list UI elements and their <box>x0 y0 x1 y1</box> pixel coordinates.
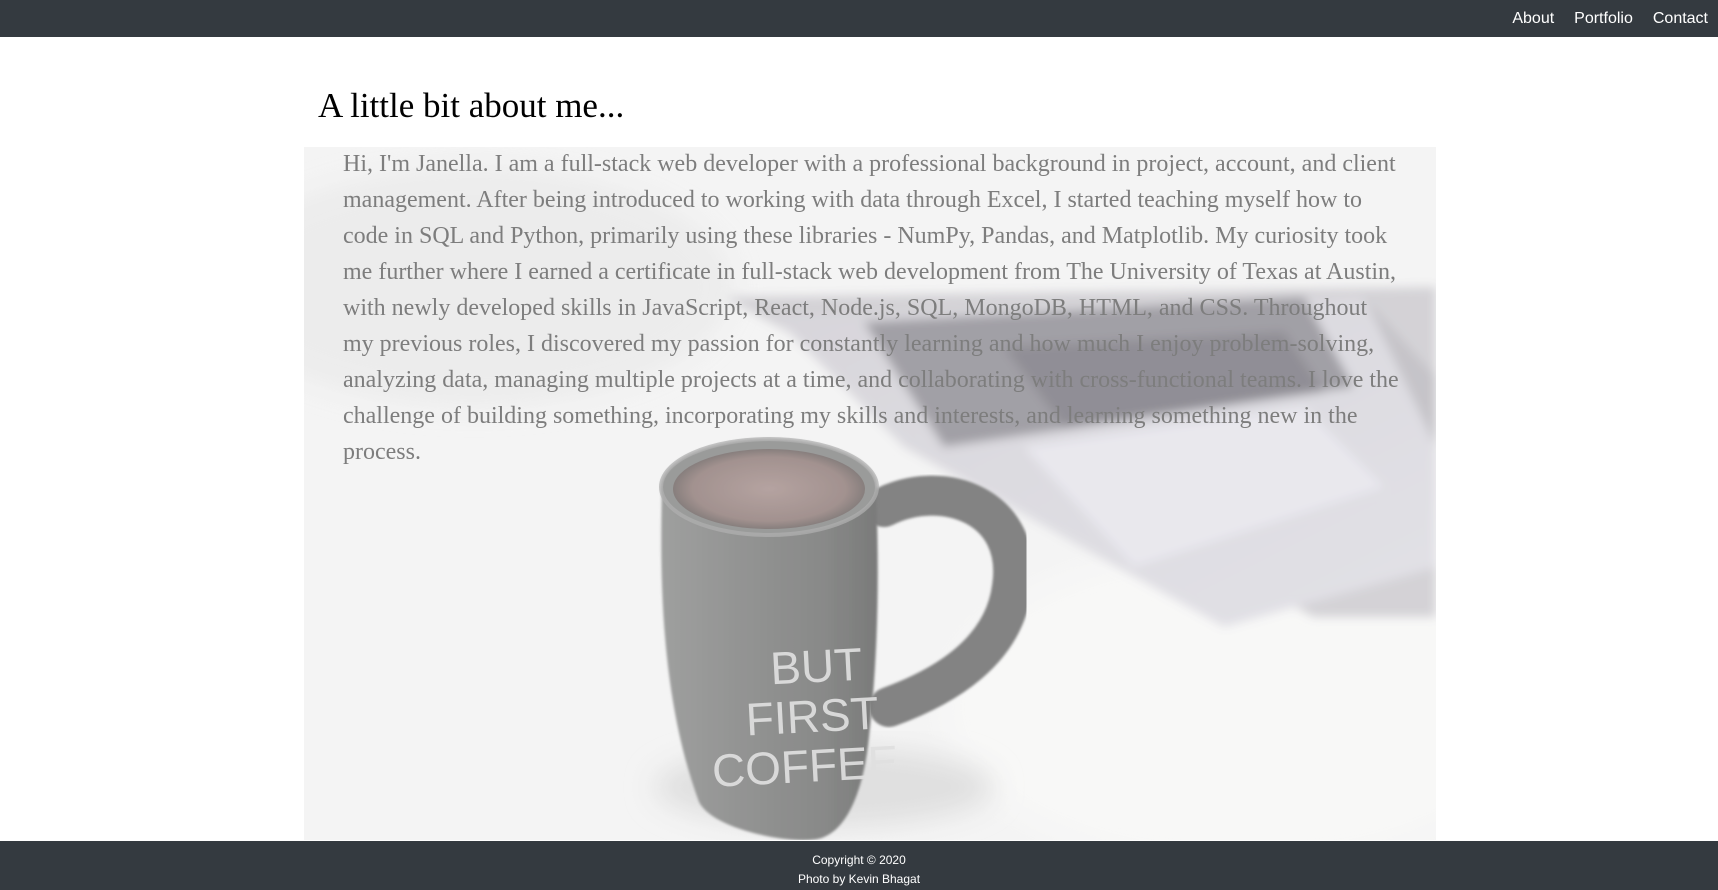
about-hero-section: BUT FIRST COFFEE Hi, I'm Janella. I am a… <box>304 147 1436 840</box>
page-footer: Copyright © 2020 Photo by Kevin Bhagat <box>0 841 1718 890</box>
page-title: A little bit about me... <box>318 86 625 125</box>
about-paragraph: Hi, I'm Janella. I am a full-stack web d… <box>343 151 1399 465</box>
nav-link-contact[interactable]: Contact <box>1653 10 1708 28</box>
footer-copyright: Copyright © 2020 <box>812 853 906 867</box>
footer-photo-credit: Photo by Kevin Bhagat <box>797 872 921 886</box>
nav-link-about[interactable]: About <box>1512 10 1554 28</box>
top-navbar: About Portfolio Contact <box>0 0 1718 37</box>
nav-link-portfolio[interactable]: Portfolio <box>1574 10 1633 28</box>
nav-links: About Portfolio Contact <box>1512 0 1718 37</box>
